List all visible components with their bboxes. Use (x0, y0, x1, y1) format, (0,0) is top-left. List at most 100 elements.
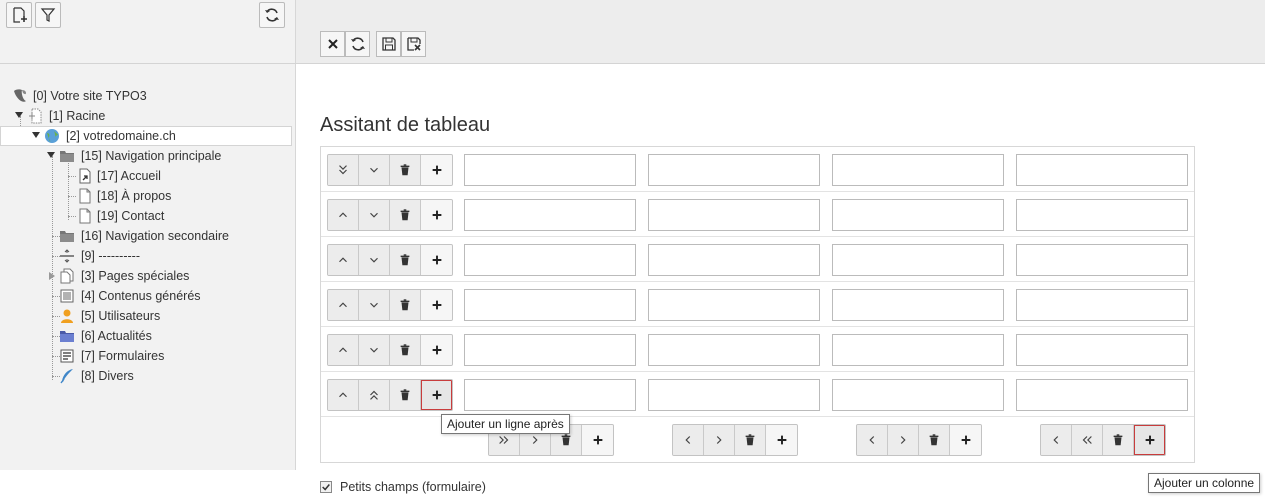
tree-node-pages-speciales[interactable]: [3] Pages spéciales (0, 266, 296, 286)
add-button[interactable] (421, 155, 452, 185)
delete-button[interactable] (390, 335, 421, 365)
delete-button[interactable] (1103, 425, 1134, 455)
move-up-button[interactable] (328, 200, 359, 230)
add-button[interactable] (950, 425, 981, 455)
table-cell-input[interactable] (1016, 244, 1188, 276)
table-cell-input[interactable] (1016, 154, 1188, 186)
move-left-button[interactable] (1041, 425, 1072, 455)
table-cell-input[interactable] (648, 334, 820, 366)
move-down-button[interactable] (359, 155, 390, 185)
table-cell-input[interactable] (648, 379, 820, 411)
expand-toggle-icon[interactable] (15, 112, 23, 118)
close-button[interactable] (320, 31, 345, 57)
move-down-button[interactable] (359, 200, 390, 230)
collapse-toggle-icon[interactable] (47, 152, 55, 158)
tree-node-apropos[interactable]: [18] À propos (0, 186, 296, 206)
tree-node-racine[interactable]: [1] Racine (0, 106, 296, 126)
table-cell-input[interactable] (464, 244, 636, 276)
table-cell-input[interactable] (832, 199, 1004, 231)
delete-button[interactable] (390, 245, 421, 275)
delete-button[interactable] (390, 380, 421, 410)
move-to-first-button[interactable] (1072, 425, 1103, 455)
tree-node-domain[interactable]: [2] votredomaine.ch (0, 126, 292, 146)
delete-button[interactable] (390, 290, 421, 320)
table-cell-input[interactable] (1016, 289, 1188, 321)
tree-node-nav-principale[interactable]: [15] Navigation principale (0, 146, 296, 166)
table-cell-input[interactable] (464, 289, 636, 321)
add-button[interactable] (421, 200, 452, 230)
add-button[interactable] (1134, 425, 1165, 455)
filter-button[interactable] (35, 2, 61, 28)
table-cell-input[interactable] (648, 289, 820, 321)
table-cell-input[interactable] (832, 154, 1004, 186)
table-cell-input[interactable] (832, 244, 1004, 276)
delete-button[interactable] (390, 155, 421, 185)
tree-node-actualites[interactable]: [6] Actualités (0, 326, 296, 346)
tree-node-site[interactable]: [0] Votre site TYPO3 (0, 86, 296, 106)
table-cell-input[interactable] (1016, 379, 1188, 411)
add-button[interactable] (582, 425, 613, 455)
move-right-button[interactable] (888, 425, 919, 455)
tree-node-utilisateurs[interactable]: [5] Utilisateurs (0, 306, 296, 326)
add-button[interactable] (421, 380, 452, 410)
delete-button[interactable] (735, 425, 766, 455)
table-cell-input[interactable] (464, 199, 636, 231)
small-fields-checkbox[interactable] (320, 481, 332, 493)
tree-node-label: [18] À propos (97, 189, 172, 203)
move-right-button[interactable] (704, 425, 735, 455)
table-cell-input[interactable] (648, 199, 820, 231)
tree-node-label: [9] ---------- (81, 249, 140, 263)
table-cell-input[interactable] (832, 379, 1004, 411)
tree-node-contenus[interactable]: [4] Contenus générés (0, 286, 296, 306)
tree-node-divers[interactable]: [8] Divers (0, 366, 296, 386)
small-fields-option[interactable]: Petits champs (formulaire) (320, 480, 486, 494)
reload-button[interactable] (345, 31, 370, 57)
refresh-icon (265, 8, 279, 22)
table-cell-input[interactable] (832, 334, 1004, 366)
tree-node-label: [16] Navigation secondaire (81, 229, 230, 243)
table-cell-input[interactable] (648, 244, 820, 276)
new-page-button[interactable] (6, 2, 32, 28)
table-cell-input[interactable] (1016, 334, 1188, 366)
expand-toggle-icon[interactable] (49, 272, 55, 280)
add-button[interactable] (421, 290, 452, 320)
tree-node-separator[interactable]: [9] ---------- (0, 246, 296, 266)
move-to-bottom-button[interactable] (328, 155, 359, 185)
table-cell-input[interactable] (1016, 199, 1188, 231)
collapse-toggle-icon[interactable] (32, 132, 40, 138)
move-up-button[interactable] (328, 290, 359, 320)
tree-node-accueil[interactable]: [17] Accueil (0, 166, 296, 186)
move-left-button[interactable] (857, 425, 888, 455)
pages-icon (60, 268, 74, 284)
tooltip-add-column: Ajouter un colonne (1148, 473, 1261, 493)
add-button[interactable] (766, 425, 797, 455)
move-up-button[interactable] (328, 335, 359, 365)
tree-node-nav-secondaire[interactable]: [16] Navigation secondaire (0, 226, 296, 246)
add-button[interactable] (421, 245, 452, 275)
delete-button[interactable] (919, 425, 950, 455)
move-to-top-button[interactable] (359, 380, 390, 410)
table-cell-input[interactable] (464, 379, 636, 411)
refresh-tree-button[interactable] (259, 2, 285, 28)
tree-node-contact[interactable]: [19] Contact (0, 206, 296, 226)
right-icon (900, 436, 906, 444)
move-up-button[interactable] (328, 380, 359, 410)
tree-node-formulaires[interactable]: [7] Formulaires (0, 346, 296, 366)
add-button[interactable] (421, 335, 452, 365)
reload-icon (350, 37, 365, 51)
table-cell-input[interactable] (648, 154, 820, 186)
move-left-button[interactable] (673, 425, 704, 455)
move-up-button[interactable] (328, 245, 359, 275)
table-cell-input[interactable] (832, 289, 1004, 321)
save-and-close-button[interactable] (401, 31, 426, 57)
users-icon (61, 309, 73, 323)
table-cell-input[interactable] (464, 334, 636, 366)
delete-button[interactable] (390, 200, 421, 230)
move-down-button[interactable] (359, 335, 390, 365)
plus-icon (961, 435, 970, 445)
move-down-button[interactable] (359, 290, 390, 320)
save-button[interactable] (376, 31, 401, 57)
down-icon (370, 212, 378, 218)
move-down-button[interactable] (359, 245, 390, 275)
table-cell-input[interactable] (464, 154, 636, 186)
